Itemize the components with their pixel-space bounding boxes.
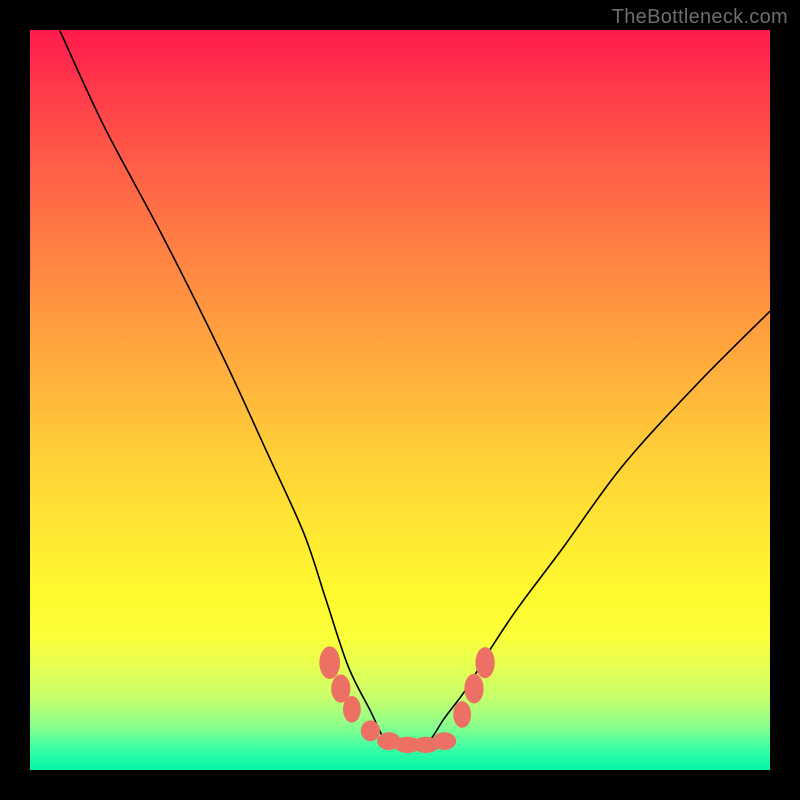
bottleneck-curve bbox=[60, 30, 770, 749]
curve-marker bbox=[343, 696, 361, 723]
curve-marker bbox=[319, 646, 340, 679]
curve-marker bbox=[475, 647, 494, 678]
curve-marker bbox=[464, 674, 483, 704]
chart-frame: TheBottleneck.com bbox=[0, 0, 800, 800]
curve-marker bbox=[361, 720, 380, 741]
curve-marker bbox=[433, 732, 457, 750]
chart-svg bbox=[30, 30, 770, 770]
plot-area bbox=[30, 30, 770, 770]
curve-markers bbox=[319, 646, 494, 753]
watermark-text: TheBottleneck.com bbox=[612, 6, 788, 29]
curve-marker bbox=[453, 701, 471, 728]
